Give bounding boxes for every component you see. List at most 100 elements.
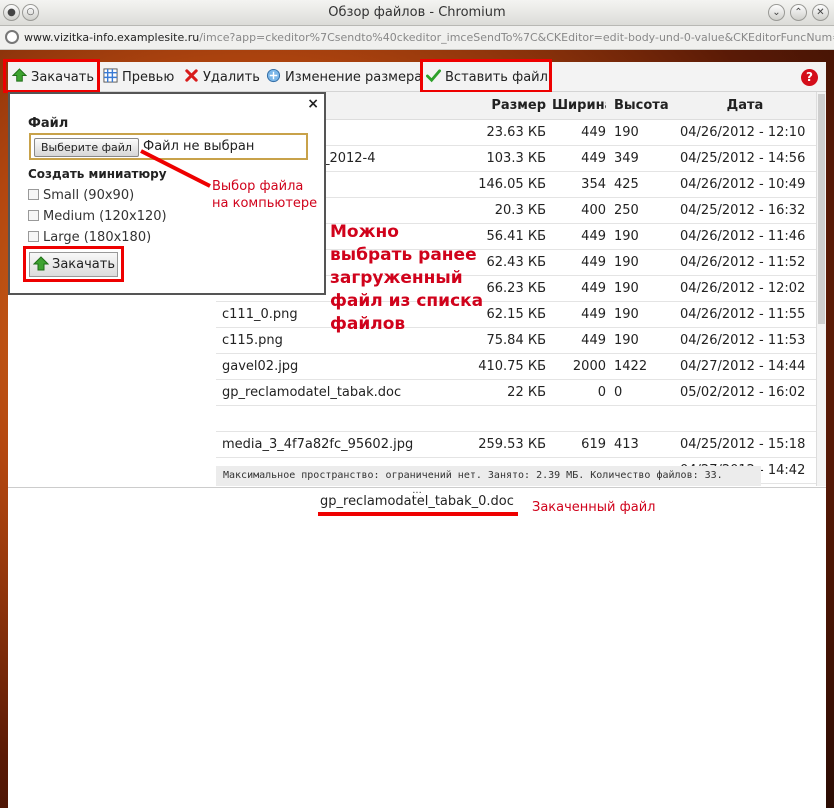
file-label: Файл	[28, 116, 69, 131]
choose-file-button[interactable]: Выберите файл	[34, 138, 139, 157]
table-row[interactable]: gavel02.jpg 410.75 КБ 2000 1422 04/27/2012 -…	[216, 354, 816, 380]
toolbar: Закачать Превью Удалить Изменение размер…	[8, 62, 826, 92]
file-size-cell: 23.63 КБ	[486, 125, 547, 140]
minimize-button[interactable]: ⌄	[768, 4, 785, 21]
file-width-cell: 449	[581, 125, 606, 140]
file-height-cell: 413	[614, 437, 639, 452]
column-width-header[interactable]: Ширина	[552, 92, 606, 120]
file-width-cell: 619	[581, 437, 606, 452]
table-row[interactable]: c111_0.png 62.15 КБ 449 190 04/26/2012 - 11:…	[216, 302, 816, 328]
file-size-cell: 22 КБ	[507, 385, 546, 400]
annotation-select-line5: файлов	[330, 314, 406, 334]
small-label: Small (90x90)	[43, 188, 135, 203]
file-date-cell: 04/25/2012 - 14:56	[680, 151, 806, 166]
delete-toolbar-label: Удалить	[203, 70, 260, 85]
upload-submit-highlight-box	[23, 246, 124, 282]
resize-icon	[266, 68, 281, 83]
small-checkbox[interactable]	[28, 189, 39, 200]
file-height-cell: 190	[614, 125, 639, 140]
file-input[interactable]: Выберите файл Файл не выбран	[29, 133, 308, 160]
file-width-cell: 449	[581, 307, 606, 322]
table-row[interactable]	[216, 406, 816, 432]
annotation-uploaded-file: Закаченный файл	[532, 500, 656, 515]
medium-label: Medium (120x120)	[43, 209, 167, 224]
file-height-cell: 1422	[614, 359, 648, 374]
delete-toolbar-button[interactable]: Удалить	[184, 68, 260, 86]
file-size-cell: 103.3 КБ	[486, 151, 547, 166]
file-size-cell: 259.53 КБ	[478, 437, 546, 452]
file-date-cell: 04/26/2012 - 12:10	[680, 125, 806, 140]
window-title: Обзор файлов - Chromium	[328, 5, 506, 20]
file-height-cell: 250	[614, 203, 639, 218]
table-row[interactable]: c115.png 75.84 КБ 449 190 04/26/2012 - 11:53	[216, 328, 816, 354]
close-popup-icon[interactable]: ×	[307, 96, 319, 112]
medium-checkbox[interactable]	[28, 210, 39, 221]
file-height-cell: 190	[614, 281, 639, 296]
annotation-select-previous: Можно выбрать ранее загруженный файл из …	[330, 221, 500, 336]
file-width-cell: 354	[581, 177, 606, 192]
file-size-cell: 410.75 КБ	[478, 359, 546, 374]
file-width-cell: 449	[581, 151, 606, 166]
selected-file-name[interactable]: gp_reclamodatel_tabak_0.doc	[320, 494, 514, 509]
preview-toolbar-button[interactable]: Превью	[103, 68, 174, 86]
file-width-cell: 449	[581, 281, 606, 296]
no-file-chosen-text: Файл не выбран	[143, 139, 255, 154]
thumbnail-label: Создать миниатюру	[28, 167, 167, 181]
resize-toolbar-label: Изменение размера	[285, 70, 423, 85]
url-text[interactable]: www.vizitka-info.examplesite.ru/imce?app…	[24, 31, 834, 44]
thumbnail-option-large[interactable]: Large (180x180)	[28, 230, 151, 245]
file-height-cell: 190	[614, 333, 639, 348]
file-date-cell: 04/26/2012 - 10:49	[680, 177, 806, 192]
close-window-button[interactable]: ✕	[812, 4, 829, 21]
column-height-header[interactable]: Высота	[614, 92, 674, 120]
delete-x-icon	[185, 69, 198, 82]
resize-toolbar-button[interactable]: Изменение размера	[266, 68, 422, 86]
file-width-cell: 449	[581, 333, 606, 348]
thumbnail-option-medium[interactable]: Medium (120x120)	[28, 209, 167, 224]
scrollbar-thumb[interactable]	[818, 94, 825, 324]
file-height-cell: 190	[614, 229, 639, 244]
url-domain: www.vizitka-info.examplesite.ru	[24, 31, 200, 44]
file-date-cell: 04/25/2012 - 15:18	[680, 437, 806, 452]
file-width-cell: 449	[581, 229, 606, 244]
thumbnail-option-small[interactable]: Small (90x90)	[28, 188, 134, 203]
file-date-cell: 04/25/2012 - 16:32	[680, 203, 806, 218]
grid-icon	[103, 68, 118, 83]
file-height-cell: 190	[614, 307, 639, 322]
help-icon[interactable]: ?	[801, 69, 818, 86]
annotation-choose-file-line2: на компьютере	[212, 196, 318, 211]
file-name-cell: gp_reclamodatel_tabak.doc	[222, 385, 402, 400]
column-size-header[interactable]: Размер	[456, 92, 546, 120]
large-checkbox[interactable]	[28, 231, 39, 242]
file-height-cell: 349	[614, 151, 639, 166]
file-date-cell: 05/02/2012 - 16:02	[680, 385, 806, 400]
file-width-cell: 449	[581, 255, 606, 270]
file-list-scrollbar[interactable]	[816, 92, 826, 486]
file-width-cell: 0	[597, 385, 606, 400]
table-row[interactable]: gp_reclamodatel_tabak.doc 22 КБ 0 0 05/02/20…	[216, 380, 816, 406]
annotation-select-line2: выбрать ранее	[330, 245, 477, 265]
column-date-header[interactable]: Дата	[680, 92, 810, 120]
file-width-cell: 400	[581, 203, 606, 218]
site-info-icon[interactable]	[5, 30, 19, 44]
status-bar: Максимальное пространство: ограничений н…	[216, 466, 761, 486]
file-name-cell: media_3_4f7a82fc_95602.jpg	[222, 437, 414, 452]
preview-toolbar-label: Превью	[122, 70, 175, 85]
file-date-cell: 04/26/2012 - 11:55	[680, 307, 806, 322]
imce-file-browser: Закачать Превью Удалить Изменение размер…	[3, 59, 826, 808]
insert-highlight-box	[420, 59, 552, 93]
file-height-cell: 190	[614, 255, 639, 270]
file-height-cell: 425	[614, 177, 639, 192]
large-label: Large (180x180)	[43, 230, 152, 245]
address-bar[interactable]: www.vizitka-info.examplesite.ru/imce?app…	[0, 26, 834, 50]
table-row[interactable]: media_3_4f7a82fc_95602.jpg 259.53 КБ 619 41…	[216, 432, 816, 458]
upload-highlight-box	[3, 59, 100, 93]
annotation-choose-file: Выбор файла на компьютере	[212, 178, 317, 212]
file-date-cell: 04/27/2012 - 14:44	[680, 359, 806, 374]
window-titlebar: ● ○ Обзор файлов - Chromium ⌄ ⌃ ✕	[0, 0, 834, 26]
file-date-cell: 04/26/2012 - 11:53	[680, 333, 806, 348]
annotation-select-line3: загруженный	[330, 268, 463, 288]
maximize-button[interactable]: ⌃	[790, 4, 807, 21]
file-date-cell: 04/26/2012 - 11:46	[680, 229, 806, 244]
annotation-select-line4: файл из списка	[330, 291, 484, 311]
